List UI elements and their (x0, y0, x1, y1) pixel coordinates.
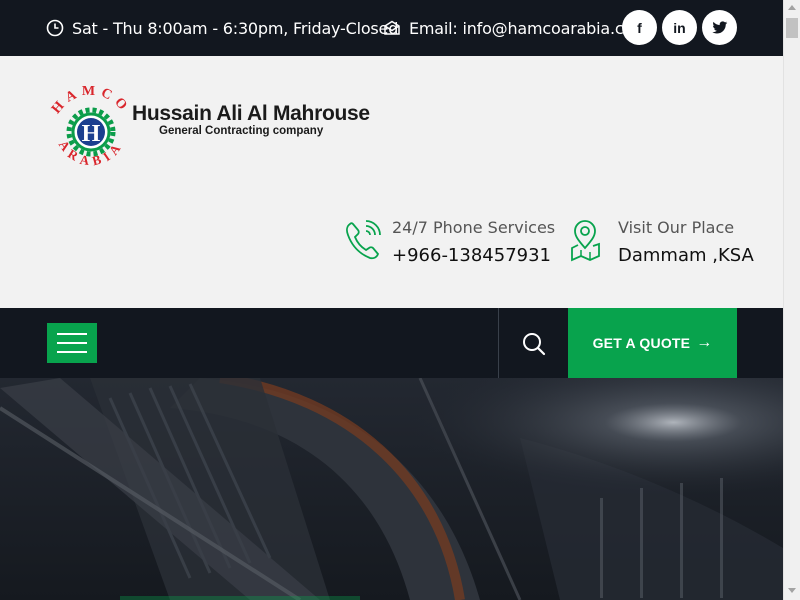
company-name: Hussain Ali Al Mahrouse (132, 102, 370, 125)
logo-ring-top: HAMCO (49, 84, 128, 117)
search-icon[interactable] (519, 329, 549, 359)
twitter-button[interactable] (702, 10, 737, 45)
logo-emblem: HAMCO ARABIA H (49, 84, 133, 169)
twitter-icon (711, 20, 727, 33)
opening-hours: Sat - Thu 8:00am - 6:30pm, Friday-Closed (46, 0, 398, 56)
location-contact[interactable]: Visit Our Place Dammam ,KSA (570, 218, 754, 266)
hero-banner (0, 378, 783, 600)
opening-hours-text: Sat - Thu 8:00am - 6:30pm, Friday-Closed (72, 18, 399, 38)
get-a-quote-button[interactable]: GET A QUOTE → (568, 308, 737, 378)
email-info[interactable]: Email: info@hamcoarabia.com (383, 0, 649, 56)
scrollbar-thumb[interactable] (786, 18, 798, 38)
phone-contact[interactable]: 24/7 Phone Services +966-138457931 (344, 218, 555, 266)
facebook-icon: f (637, 19, 642, 36)
nav-divider (498, 308, 499, 378)
vertical-scrollbar[interactable] (783, 0, 800, 600)
linkedin-button[interactable]: in (662, 10, 697, 45)
scroll-down-arrow-icon[interactable] (788, 588, 796, 593)
hero-background-image (0, 378, 783, 600)
phone-label: 24/7 Phone Services (392, 218, 556, 237)
phone-icon (346, 220, 381, 260)
hamburger-icon (57, 342, 87, 344)
quote-label: GET A QUOTE (592, 335, 691, 351)
menu-toggle-button[interactable] (47, 323, 97, 363)
location-value: Dammam ,KSA (618, 245, 754, 266)
clock-icon (46, 19, 64, 37)
phone-number[interactable]: +966-138457931 (392, 245, 555, 266)
scroll-up-arrow-icon[interactable] (788, 5, 796, 10)
arrow-right-icon: → (696, 334, 713, 351)
envelope-icon (384, 20, 400, 35)
company-logo[interactable]: HAMCO ARABIA H Hussain Ali Al Mahrouse G… (46, 80, 370, 170)
hamburger-icon (57, 333, 87, 335)
company-tagline: General Contracting company (159, 125, 324, 137)
linkedin-icon: in (673, 19, 686, 36)
map-pin-icon (571, 220, 600, 262)
top-bar: Sat - Thu 8:00am - 6:30pm, Friday-Closed… (0, 0, 783, 56)
main-navbar: GET A QUOTE → (0, 308, 783, 378)
hamburger-icon (57, 351, 87, 353)
email-text[interactable]: Email: info@hamcoarabia.com (409, 19, 649, 38)
site-header: HAMCO ARABIA H Hussain Ali Al Mahrouse G… (0, 56, 783, 308)
logo-letter: H (82, 121, 101, 147)
facebook-button[interactable]: f (622, 10, 657, 45)
svg-text:HAMCO: HAMCO (49, 84, 133, 117)
location-label: Visit Our Place (618, 218, 735, 237)
